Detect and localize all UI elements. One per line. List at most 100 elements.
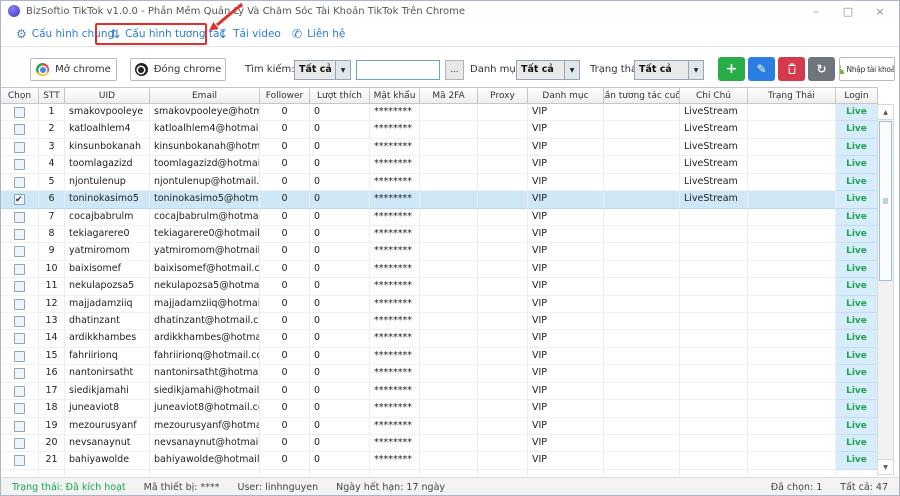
search-input[interactable] — [356, 60, 440, 80]
row-checkbox[interactable] — [14, 159, 25, 170]
scroll-down-button[interactable]: ▼ — [878, 459, 893, 474]
cell-ma2fa — [420, 296, 478, 313]
close-chrome-button[interactable]: Đóng chrome — [130, 58, 226, 81]
row-checkbox[interactable] — [14, 351, 25, 362]
cell-likes: 0 — [310, 156, 370, 173]
table-row[interactable]: 10baixisomefbaixisomef@hotmail.com00****… — [1, 261, 878, 278]
cell-proxy — [478, 261, 528, 278]
row-checkbox[interactable] — [14, 107, 25, 118]
table-row[interactable] — [1, 470, 878, 476]
column-header[interactable]: Proxy — [478, 88, 528, 104]
cell-cb — [1, 209, 39, 226]
table-row[interactable]: 20nevsanaynutnevsanaynut@hotmail.c...00*… — [1, 435, 878, 452]
cell-likes: 0 — [310, 296, 370, 313]
row-checkbox[interactable] — [14, 124, 25, 135]
import-accounts-button[interactable]: Nhập tài khoản — [839, 57, 895, 81]
cell-stt: 19 — [39, 418, 65, 435]
row-checkbox[interactable] — [14, 333, 25, 344]
column-header[interactable]: STT — [39, 88, 65, 104]
edit-button[interactable]: ✎ — [748, 57, 775, 81]
delete-button[interactable] — [778, 57, 805, 81]
cell-uid: tekiagarere0 — [65, 226, 150, 243]
row-checkbox[interactable] — [14, 264, 25, 275]
row-checkbox[interactable] — [14, 368, 25, 379]
table-row[interactable]: 7cocajbabrulmcocajbabrulm@hotmail....00*… — [1, 209, 878, 226]
table-row[interactable]: 3kinsunbokanahkinsunbokanah@hotmai...00*… — [1, 139, 878, 156]
row-checkbox[interactable] — [14, 246, 25, 257]
row-checkbox[interactable] — [14, 316, 25, 327]
row-checkbox[interactable] — [14, 281, 25, 292]
cell-category: VIP — [528, 226, 604, 243]
row-checkbox[interactable] — [14, 386, 25, 397]
table-row[interactable]: 8tekiagarere0tekiagarere0@hotmail.c...00… — [1, 226, 878, 243]
add-account-button[interactable]: + — [718, 57, 745, 81]
chevron-down-icon[interactable]: ▼ — [564, 61, 579, 79]
column-header[interactable]: Chọn — [1, 88, 39, 104]
row-checkbox[interactable] — [14, 455, 25, 466]
status-dropdown[interactable]: Tất cả ▼ — [634, 60, 704, 80]
table-row[interactable]: 9yatmiromomyatmiromom@hotmail.c...00****… — [1, 243, 878, 260]
table-row[interactable]: 19mezourusyanfmezourusyanf@hotmail....00… — [1, 418, 878, 435]
maximize-button[interactable]: □ — [832, 0, 864, 22]
refresh-button[interactable]: ↻ — [808, 57, 835, 81]
table-row[interactable]: 16nantonirsathtnantonirsatht@hotmail....… — [1, 365, 878, 382]
button-label: Đóng chrome — [154, 64, 221, 75]
chevron-down-icon[interactable]: ▼ — [688, 61, 703, 79]
row-checkbox[interactable] — [14, 142, 25, 153]
column-header[interactable]: Lượt thích — [310, 88, 370, 104]
scrollbar-thumb[interactable] — [879, 121, 892, 281]
cell-email: baixisomef@hotmail.com — [150, 261, 260, 278]
column-header[interactable]: Trạng Thái — [748, 88, 836, 104]
more-button[interactable]: ... — [445, 60, 464, 80]
cell-password: ******** — [370, 191, 420, 208]
table-row[interactable]: 6toninokasimo5toninokasimo5@hotmail...00… — [1, 191, 878, 208]
column-header[interactable]: Login — [836, 88, 878, 104]
table-row[interactable]: 4toomlagazizdtoomlagazizd@hotmail....00*… — [1, 156, 878, 173]
row-checkbox[interactable] — [14, 299, 25, 310]
menu-item-contact[interactable]: ✆ Liên hệ — [292, 24, 345, 44]
table-row[interactable]: 13dhatinzantdhatinzant@hotmail.com00****… — [1, 313, 878, 330]
scroll-up-button[interactable]: ▲ — [878, 105, 893, 120]
cell-note — [680, 296, 748, 313]
search-filter-dropdown[interactable]: Tất cả ▼ — [294, 60, 351, 80]
cell-follower: 0 — [260, 278, 310, 295]
vertical-scrollbar[interactable]: ▲ ▼ — [877, 104, 894, 475]
row-checkbox[interactable] — [14, 421, 25, 432]
table-row[interactable]: 2katloalhlem4katloalhlem4@hotmail.c...00… — [1, 121, 878, 138]
cell-status — [748, 383, 836, 400]
table-row[interactable]: 5njontulenupnjontulenup@hotmail.c...00**… — [1, 174, 878, 191]
column-header[interactable]: Lần tương tác cuối — [604, 88, 680, 104]
cell-uid: yatmiromom — [65, 243, 150, 260]
row-checkbox[interactable] — [14, 194, 25, 205]
cell-password: ******** — [370, 209, 420, 226]
row-checkbox[interactable] — [14, 403, 25, 414]
table-row[interactable]: 12majjadamziiqmajjadamziiq@hotmail....00… — [1, 296, 878, 313]
cell-password: ******** — [370, 313, 420, 330]
open-chrome-button[interactable]: Mở chrome — [30, 58, 117, 81]
row-checkbox[interactable] — [14, 177, 25, 188]
row-checkbox[interactable] — [14, 212, 25, 223]
column-header[interactable]: Mật khẩu — [370, 88, 420, 104]
table-row[interactable]: 11nekulapozsa5nekulapozsa5@hotmail....00… — [1, 278, 878, 295]
row-checkbox[interactable] — [14, 438, 25, 449]
column-header[interactable]: Chi Chú — [680, 88, 748, 104]
table-row[interactable]: 21bahiyawoldebahiyawolde@hotmail.c...00*… — [1, 452, 878, 469]
table-row[interactable]: 17siedikjamahisiedikjamahi@hotmail.c...0… — [1, 383, 878, 400]
table-row[interactable]: 18juneaviot8juneaviot8@hotmail.com00****… — [1, 400, 878, 417]
category-dropdown[interactable]: Tất cả ▼ — [516, 60, 580, 80]
row-checkbox[interactable] — [14, 229, 25, 240]
close-button[interactable]: × — [864, 0, 896, 22]
table-row[interactable]: 15fahriirionqfahriirionq@hotmail.com00**… — [1, 348, 878, 365]
table-row[interactable]: 14ardikkhambesardikkhambes@hotmail...00*… — [1, 330, 878, 347]
column-header[interactable]: Email — [150, 88, 260, 104]
chevron-down-icon[interactable]: ▼ — [335, 61, 350, 79]
cell-follower: 0 — [260, 174, 310, 191]
column-header[interactable]: Mã 2FA — [420, 88, 478, 104]
cell-last — [604, 296, 680, 313]
cell-login: Live — [836, 191, 878, 208]
column-header[interactable]: Follower — [260, 88, 310, 104]
column-header[interactable]: UID — [65, 88, 150, 104]
minimize-button[interactable]: – — [800, 0, 832, 22]
column-header[interactable]: Danh mục — [528, 88, 604, 104]
table-row[interactable]: 1smakovpooleyesmakovpooleye@hotma...00**… — [1, 104, 878, 121]
